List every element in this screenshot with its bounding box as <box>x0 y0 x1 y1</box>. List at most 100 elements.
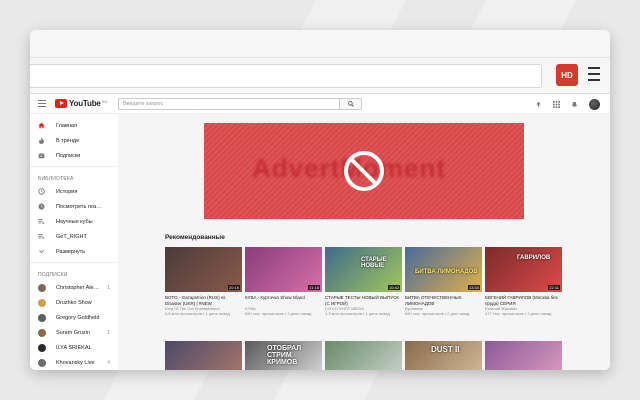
sidebar-item-channel[interactable]: Druzhko Show <box>30 295 118 310</box>
upload-icon[interactable] <box>535 101 542 108</box>
sidebar-item-trending[interactable]: В тренде <box>30 133 118 148</box>
youtube-header: YouTube RU Введите запрос <box>30 94 610 114</box>
channel-name: Khovansky Live <box>56 359 95 366</box>
channel-name: Suram Gruzin <box>56 329 90 336</box>
sidebar-item-label: Развернуть <box>56 248 86 255</box>
video-card[interactable]: БИТВА ЛИМОНАДОВ 13:34 БИТВА ОТЕЧЕСТВЕННЫ… <box>405 247 482 316</box>
watch-later-icon <box>38 203 45 210</box>
new-video-count: 4 <box>107 359 110 366</box>
video-title[interactable]: БИТВА ОТЕЧЕСТВЕННЫХ ЛИМОНАДОВ <box>405 295 482 306</box>
video-card[interactable] <box>485 341 562 370</box>
guide-menu-icon[interactable] <box>38 100 46 107</box>
video-card[interactable]: DUST II <box>405 341 482 370</box>
video-title[interactable]: СТАРЫЕ ТЕСТЫ НОВЫЙ ВЫПУСК (С ИГРОЙ) <box>325 295 402 306</box>
channel-name: ILYA SRIEKAL <box>56 344 92 351</box>
video-thumbnail[interactable]: DUST II <box>405 341 482 370</box>
video-thumbnail[interactable] <box>165 341 242 370</box>
sidebar-item-label: Посмотреть поз… <box>56 203 102 210</box>
channel-name: Gregory Goldheld <box>56 314 100 321</box>
search-icon <box>347 101 354 107</box>
video-card[interactable] <box>325 341 402 370</box>
section-title: Рекомендованные <box>165 234 225 241</box>
video-thumbnail[interactable]: ГАВРИЛОВ 22:11 <box>485 247 562 292</box>
address-bar[interactable] <box>30 64 542 88</box>
video-card[interactable] <box>165 341 242 370</box>
sidebar-item-watch-later[interactable]: Посмотреть поз… <box>30 199 118 214</box>
channel-avatar <box>38 283 46 292</box>
search-button[interactable] <box>340 98 362 110</box>
video-title[interactable]: BOTO - Gazapstrion (RUS) vs Disaster (UK… <box>165 295 242 306</box>
thumbnail-overlay-text: ГАВРИЛОВ <box>517 255 551 261</box>
video-row: ОТОБРАЛ СТРИМ КРИМОВ DUST II <box>165 341 562 370</box>
video-thumbnail[interactable]: БИТВА ЛИМОНАДОВ 13:34 <box>405 247 482 292</box>
sidebar-item-subscriptions[interactable]: Подписки <box>30 148 118 163</box>
channel-name: Christopher Ale… <box>56 284 100 291</box>
subscriptions-icon <box>38 153 45 159</box>
blocked-ad-banner[interactable]: AdvertMoment <box>204 123 524 219</box>
sidebar-item-channel[interactable]: Khovansky Live 4 <box>30 355 118 370</box>
video-card[interactable]: ОТОБРАЛ СТРИМ КРИМОВ <box>245 341 322 370</box>
video-meta: 6,6 млн просмотров • 1 день назад <box>165 311 230 316</box>
video-duration: 22:11 <box>548 285 560 290</box>
sidebar-item-label: Главная <box>56 122 77 129</box>
browser-menu-icon[interactable] <box>588 67 600 81</box>
new-video-count: 1 <box>107 329 110 336</box>
channel-avatar <box>38 328 46 337</box>
sidebar-item-history[interactable]: История <box>30 184 118 199</box>
video-thumbnail[interactable]: 20:15 <box>165 247 242 292</box>
sidebar: Главная В тренде Подписки БИБЛИОТЕКА Ист… <box>30 114 118 370</box>
sidebar-item-playlist[interactable]: GeT_RIGHT <box>30 229 118 244</box>
sidebar-item-home[interactable]: Главная <box>30 118 118 133</box>
video-row: 20:15 BOTO - Gazapstrion (RUS) vs Disast… <box>165 247 562 316</box>
video-title[interactable]: КУБА - Курточка Show Island <box>245 295 322 306</box>
channel-avatar <box>38 313 46 322</box>
search-input[interactable]: Введите запрос <box>118 98 340 110</box>
video-thumbnail[interactable]: СТАРЫЕ НОВЫЕ 10:42 <box>325 247 402 292</box>
video-card[interactable]: 20:15 BOTO - Gazapstrion (RUS) vs Disast… <box>165 247 242 316</box>
video-title[interactable]: ЕВГЕНИЙ ГАВРИЛОВ (Москва без пруда) СЕРИ… <box>485 295 562 306</box>
video-meta: 1,3 млн просмотров • 1 день назад <box>325 311 390 316</box>
new-video-count: 1 <box>107 284 110 291</box>
apps-icon[interactable] <box>553 101 560 108</box>
sidebar-item-channel[interactable]: Christopher Ale… 1 <box>30 280 118 295</box>
video-duration: 10:42 <box>387 285 400 290</box>
browser-window: HD YouTube RU Введите запрос Главная В т… <box>30 30 610 370</box>
video-thumbnail[interactable]: 11:18 <box>245 247 322 292</box>
logo-region: RU <box>101 99 108 104</box>
account-avatar[interactable] <box>589 99 600 110</box>
video-duration: 20:15 <box>227 285 240 290</box>
video-card[interactable]: 11:18 КУБА - Курточка Show Island KYBA 6… <box>245 247 322 316</box>
sidebar-item-playlist[interactable]: Научные кубы <box>30 214 118 229</box>
video-thumbnail[interactable]: ОТОБРАЛ СТРИМ КРИМОВ <box>245 341 322 370</box>
thumbnail-overlay-text: ОТОБРАЛ СТРИМ КРИМОВ <box>267 345 302 366</box>
fire-icon <box>39 137 44 144</box>
history-icon <box>38 188 45 195</box>
subscriptions-header: ПОДПИСКИ <box>38 272 68 278</box>
channel-avatar <box>38 343 46 352</box>
main-content: AdvertMoment Рекомендованные 20:15 BOTO … <box>118 114 610 370</box>
video-card[interactable]: ГАВРИЛОВ 22:11 ЕВГЕНИЙ ГАВРИЛОВ (Москва … <box>485 247 562 316</box>
youtube-logo[interactable]: YouTube RU <box>55 99 107 108</box>
notifications-icon[interactable] <box>571 101 578 108</box>
sidebar-item-channel[interactable]: Suram Gruzin 1 <box>30 325 118 340</box>
sidebar-item-expand[interactable]: Развернуть <box>30 244 118 259</box>
library-header: БИБЛИОТЕКА <box>38 176 74 182</box>
video-meta: 477 тыс. просмотров • 1 день назад <box>485 311 552 316</box>
channel-avatar <box>38 358 46 367</box>
logo-text: YouTube <box>69 99 101 108</box>
hd-extension-button[interactable]: HD <box>556 64 578 86</box>
title-bar <box>30 30 610 58</box>
video-card[interactable]: СТАРЫЕ НОВЫЕ 10:42 СТАРЫЕ ТЕСТЫ НОВЫЙ ВЫ… <box>325 247 402 316</box>
channel-avatar <box>38 298 46 307</box>
chevron-down-icon <box>39 250 44 254</box>
sidebar-item-channel[interactable]: Gregory Goldheld <box>30 310 118 325</box>
sidebar-item-label: Научные кубы <box>56 218 93 225</box>
sidebar-item-label: GeT_RIGHT <box>56 233 87 240</box>
thumbnail-overlay-text: СТАРЫЕ НОВЫЕ <box>361 257 387 269</box>
thumbnail-overlay-text: БИТВА ЛИМОНАДОВ <box>415 269 478 275</box>
video-thumbnail[interactable] <box>325 341 402 370</box>
sidebar-item-channel[interactable]: ILYA SRIEKAL <box>30 340 118 355</box>
youtube-play-icon <box>55 99 67 108</box>
video-thumbnail[interactable] <box>485 341 562 370</box>
video-meta: 890 тыс. просмотров • 2 дня назад <box>405 311 470 316</box>
